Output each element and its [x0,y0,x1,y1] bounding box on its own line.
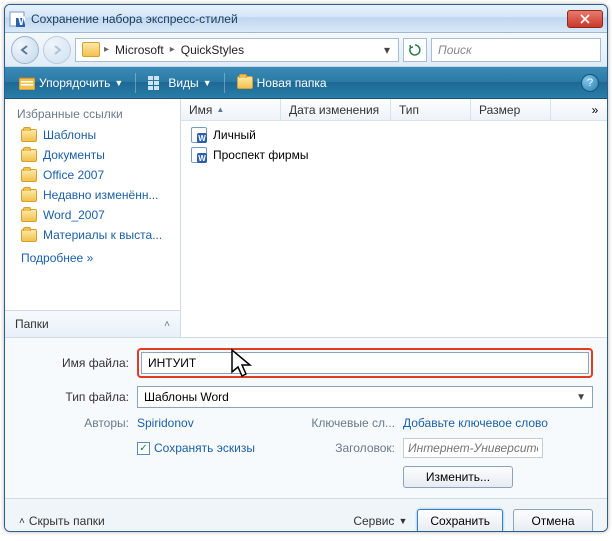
help-button[interactable]: ? [581,74,599,92]
close-button[interactable] [567,10,603,28]
filename-highlight [137,348,593,378]
new-folder-button[interactable]: Новая папка [231,73,333,93]
folder-icon [21,149,37,162]
svg-text:W: W [18,14,25,27]
keywords-label: Ключевые сл... [285,416,395,430]
nav-bar: ▸ Microsoft ▸ QuickStyles ▾ Поиск [5,33,607,67]
sidebar-item-templates[interactable]: Шаблоны [5,125,180,145]
word-doc-icon [191,147,207,163]
folder-icon [21,229,37,242]
sort-asc-icon: ▲ [216,105,224,114]
checkbox-checked-icon: ✓ [137,442,150,455]
title-input[interactable] [403,438,543,458]
column-type[interactable]: Тип [391,99,471,120]
titlebar: W Сохранение набора экспресс-стилей [5,5,607,33]
toolbar: Упорядочить ▼ Виды ▼ Новая папка ? [5,67,607,99]
chevron-up-icon: ˄ [19,516,25,527]
footer: ˄ Скрыть папки Сервис ▼ Сохранить Отмена [5,498,607,532]
metadata-grid: Авторы: Spiridonov Ключевые сл... Добавь… [19,416,593,488]
filetype-select[interactable]: Шаблоны Word ▼ [137,386,593,408]
breadcrumb[interactable]: ▸ Microsoft ▸ QuickStyles ▾ [75,38,399,62]
views-icon [148,76,164,90]
save-dialog-window: W Сохранение набора экспресс-стилей ▸ Mi… [4,4,608,532]
search-input[interactable]: Поиск [431,38,601,62]
sidebar: Избранные ссылки Шаблоны Документы Offic… [5,99,181,337]
word-doc-icon [191,127,207,143]
folder-icon [82,42,100,57]
breadcrumb-dropdown[interactable]: ▾ [378,43,396,57]
folder-icon [237,76,253,89]
organize-icon [19,76,35,90]
column-name[interactable]: Имя▲ [181,99,281,120]
body: Избранные ссылки Шаблоны Документы Offic… [5,99,607,337]
forward-button[interactable] [43,36,71,64]
filename-label: Имя файла: [19,356,129,370]
filetype-label: Тип файла: [19,390,129,404]
crumb-quickstyles[interactable]: QuickStyles [175,43,250,57]
app-icon: W [9,11,25,27]
filetype-row: Тип файла: Шаблоны Word ▼ [19,386,593,408]
crumb-microsoft[interactable]: Microsoft [109,43,170,57]
hide-folders-toggle[interactable]: ˄ Скрыть папки [19,514,105,528]
window-title: Сохранение набора экспресс-стилей [31,12,567,26]
separator [224,73,225,93]
column-size[interactable]: Размер [471,99,551,120]
folder-icon [21,129,37,142]
sidebar-item-word2007[interactable]: Word_2007 [5,205,180,225]
tools-menu[interactable]: Сервис ▼ [353,514,407,528]
back-button[interactable] [11,36,39,64]
folders-toggle[interactable]: Папки ˄ [5,310,180,337]
folder-icon [21,169,37,182]
search-placeholder: Поиск [438,43,472,57]
sidebar-more[interactable]: Подробнее » [5,245,180,271]
save-button[interactable]: Сохранить [417,509,503,532]
filename-row: Имя файла: [19,348,593,378]
file-list: Личный Проспект фирмы [181,121,607,337]
sidebar-item-office2007[interactable]: Office 2007 [5,165,180,185]
file-item[interactable]: Личный [187,125,601,145]
folder-icon [21,209,37,222]
sidebar-item-recent[interactable]: Недавно изменённ... [5,185,180,205]
chevron-down-icon: ▼ [576,392,586,403]
views-button[interactable]: Виды ▼ [142,73,217,93]
file-view: Имя▲ Дата изменения Тип Размер » Личный … [181,99,607,337]
sidebar-item-materials[interactable]: Материалы к выста... [5,225,180,245]
change-button[interactable]: Изменить... [403,466,513,488]
keywords-value[interactable]: Добавьте ключевое слово [403,416,593,430]
sidebar-item-documents[interactable]: Документы [5,145,180,165]
filename-input[interactable] [141,352,589,374]
folder-icon [21,189,37,202]
chevron-down-icon: ▼ [398,516,407,526]
cancel-button[interactable]: Отмена [513,509,593,532]
bottom-panel: Имя файла: Тип файла: Шаблоны Word ▼ Авт… [5,337,607,498]
refresh-button[interactable] [403,38,427,62]
sidebar-header: Избранные ссылки [5,99,180,125]
chevron-down-icon: ▼ [114,78,123,88]
column-headers: Имя▲ Дата изменения Тип Размер » [181,99,607,121]
separator [135,73,136,93]
column-date[interactable]: Дата изменения [281,99,391,120]
title-label: Заголовок: [285,441,395,455]
authors-value[interactable]: Spiridonov [137,416,277,430]
chevron-down-icon: ▼ [203,78,212,88]
authors-label: Авторы: [19,416,129,430]
save-thumbnail-checkbox[interactable]: ✓ Сохранять эскизы [137,441,277,455]
chevron-up-icon: ˄ [164,319,170,330]
organize-button[interactable]: Упорядочить ▼ [13,73,129,93]
column-overflow[interactable]: » [583,99,607,120]
file-item[interactable]: Проспект фирмы [187,145,601,165]
